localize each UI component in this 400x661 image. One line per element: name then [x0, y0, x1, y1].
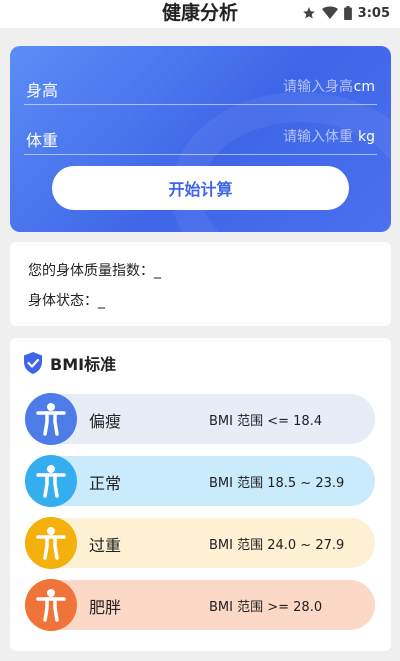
start-calculate-button[interactable]: 开始计算 — [52, 166, 349, 210]
person-icon — [25, 455, 77, 507]
result-card: 您的身体质量指数：_ 身体状态：_ — [10, 242, 391, 326]
weight-input[interactable] — [183, 129, 353, 145]
weight-row: 体重 kg — [10, 107, 391, 155]
shield-check-icon — [24, 352, 42, 374]
battery-icon — [343, 6, 352, 20]
star-icon — [302, 7, 315, 19]
height-divider — [24, 104, 377, 105]
bmi-item-underweight: 偏瘦 BMI 范围 <= 18.4 — [25, 393, 375, 445]
height-unit: cm — [353, 79, 375, 95]
status-time: 3:05 — [357, 5, 390, 21]
person-icon — [25, 517, 77, 569]
bmi-item-obese: 肥胖 BMI 范围 >= 28.0 — [25, 579, 375, 631]
status-bar: 3:05 — [302, 0, 390, 26]
bmi-item-overweight: 过重 BMI 范围 24.0 ~ 27.9 — [25, 517, 375, 569]
bmi-item-range: BMI 范围 24.0 ~ 27.9 — [209, 538, 345, 553]
app-header: 健康分析 3:05 — [0, 0, 400, 28]
bmi-result: 您的身体质量指数：_ — [28, 260, 161, 280]
bmi-item-name: 肥胖 — [89, 598, 122, 617]
bmi-input-card: 身高 cm 体重 kg 开始计算 — [10, 46, 391, 232]
bmi-item-name: 过重 — [89, 536, 122, 555]
body-status-label: 身体状态： — [28, 293, 98, 309]
bmi-item-name: 正常 — [89, 474, 122, 493]
height-label: 身高 — [26, 81, 59, 100]
body-status-result: 身体状态：_ — [28, 290, 105, 310]
bmi-result-value: _ — [154, 263, 161, 279]
weight-label: 体重 — [26, 131, 59, 150]
height-row: 身高 cm — [10, 57, 391, 105]
bmi-item-range: BMI 范围 18.5 ~ 23.9 — [209, 476, 345, 491]
person-icon — [25, 393, 77, 445]
bmi-item-normal: 正常 BMI 范围 18.5 ~ 23.9 — [25, 455, 375, 507]
weight-unit: kg — [358, 129, 375, 145]
bmi-standard-card: BMI标准 偏瘦 BMI 范围 <= 18.4 正常 BMI 范围 18.5 ~… — [10, 338, 391, 651]
bmi-result-label: 您的身体质量指数： — [28, 263, 154, 279]
weight-divider — [24, 154, 377, 155]
height-input[interactable] — [183, 79, 353, 95]
body-status-value: _ — [98, 293, 105, 309]
person-icon — [25, 579, 77, 631]
bmi-standard-header: BMI标准 — [22, 350, 116, 376]
bmi-item-name: 偏瘦 — [89, 412, 122, 431]
bmi-standard-title: BMI标准 — [50, 355, 117, 374]
bmi-item-range: BMI 范围 <= 18.4 — [209, 414, 323, 429]
wifi-icon — [321, 6, 338, 19]
bmi-item-range: BMI 范围 >= 28.0 — [209, 600, 323, 615]
